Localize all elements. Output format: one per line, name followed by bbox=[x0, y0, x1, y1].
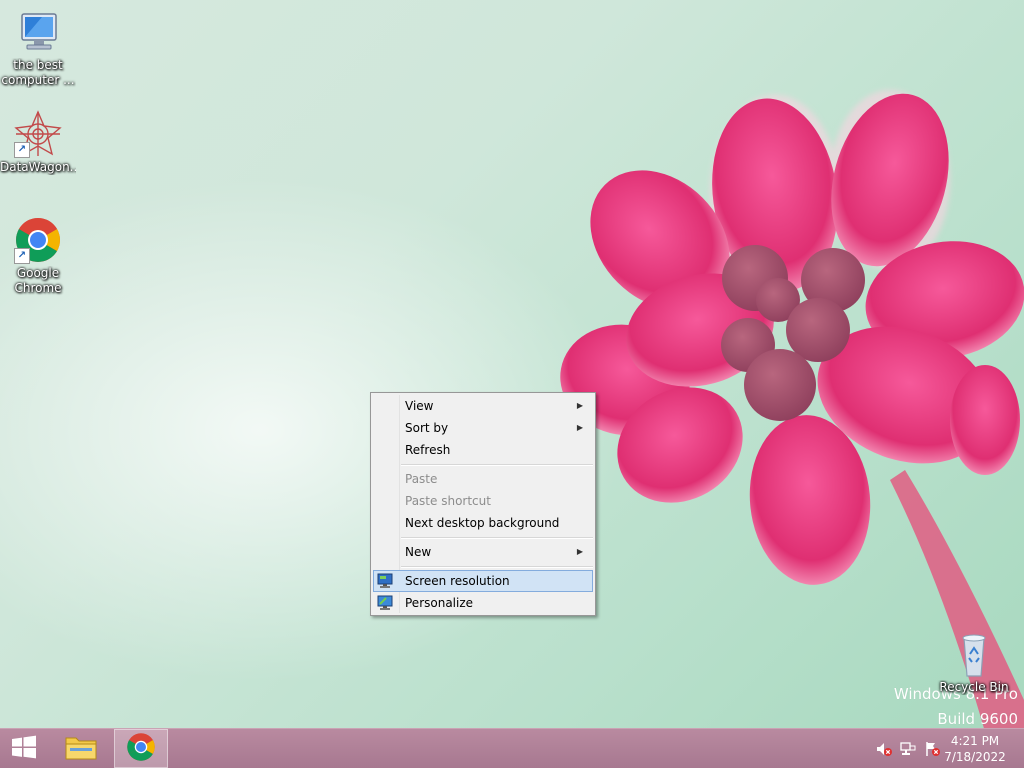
desktop-icon-label: DataWagon... bbox=[0, 160, 76, 174]
network-icon[interactable] bbox=[900, 741, 916, 757]
action-center-flag-icon[interactable] bbox=[924, 741, 940, 757]
desktop-icon-google-chrome[interactable]: ↗ Google Chrome bbox=[0, 216, 76, 296]
recycle-bin-icon bbox=[950, 630, 998, 678]
taskbar-file-explorer[interactable] bbox=[54, 729, 108, 768]
menu-item-paste[interactable]: Paste bbox=[373, 468, 593, 490]
desktop-icon-recycle-bin[interactable]: Recycle Bin bbox=[936, 630, 1012, 695]
shortcut-arrow-icon: ↗ bbox=[14, 142, 30, 158]
menu-item-personalize[interactable]: Personalize bbox=[373, 592, 593, 614]
menu-item-view[interactable]: View ▶ bbox=[373, 395, 593, 417]
clock-time: 4:21 PM bbox=[950, 734, 1000, 748]
menu-separator bbox=[401, 537, 593, 539]
desktop-icon-label: Recycle Bin bbox=[939, 680, 1009, 694]
taskbar-clock[interactable]: 4:21 PM 7/18/2022 bbox=[940, 733, 1010, 765]
menu-item-screen-resolution[interactable]: Screen resolution bbox=[373, 570, 593, 592]
desktop-icon-the-best-computer[interactable]: the best computer ... bbox=[0, 8, 76, 88]
taskbar-chrome[interactable] bbox=[114, 729, 168, 768]
shortcut-arrow-icon: ↗ bbox=[14, 248, 30, 264]
menu-item-refresh[interactable]: Refresh bbox=[373, 439, 593, 461]
volume-muted-icon[interactable] bbox=[876, 741, 892, 757]
windows-logo-icon bbox=[10, 735, 38, 763]
wallpaper-flower bbox=[560, 90, 1024, 768]
menu-item-next-desktop-background[interactable]: Next desktop background bbox=[373, 512, 593, 534]
menu-separator bbox=[401, 566, 593, 568]
personalize-icon bbox=[377, 595, 393, 611]
submenu-arrow-icon: ▶ bbox=[576, 423, 583, 432]
system-tray: 4:21 PM 7/18/2022 bbox=[864, 729, 1024, 768]
chrome-icon: ↗ bbox=[14, 216, 62, 264]
submenu-arrow-icon: ▶ bbox=[576, 547, 583, 556]
desktop-icon-label: the best computer ... bbox=[1, 58, 75, 87]
start-button[interactable] bbox=[0, 729, 48, 768]
taskbar: 4:21 PM 7/18/2022 bbox=[0, 728, 1024, 768]
datawagon-logo-icon: ↗ bbox=[14, 110, 62, 158]
desktop-icon-datawagon[interactable]: ↗ DataWagon... bbox=[0, 110, 76, 175]
menu-item-sort-by[interactable]: Sort by ▶ bbox=[373, 417, 593, 439]
menu-separator bbox=[401, 464, 593, 466]
computer-monitor-icon bbox=[14, 8, 62, 56]
desktop-context-menu: View ▶ Sort by ▶ Refresh Paste Paste sho… bbox=[370, 392, 596, 616]
menu-item-new[interactable]: New ▶ bbox=[373, 541, 593, 563]
desktop[interactable]: the best computer ... ↗ DataWagon... ↗ G… bbox=[0, 0, 1024, 768]
menu-item-paste-shortcut[interactable]: Paste shortcut bbox=[373, 490, 593, 512]
submenu-arrow-icon: ▶ bbox=[576, 401, 583, 410]
clock-date: 7/18/2022 bbox=[944, 750, 1006, 764]
desktop-icon-label: Google Chrome bbox=[14, 266, 62, 295]
chrome-icon bbox=[126, 732, 156, 766]
file-explorer-icon bbox=[64, 732, 98, 766]
monitor-resolution-icon bbox=[377, 573, 393, 589]
